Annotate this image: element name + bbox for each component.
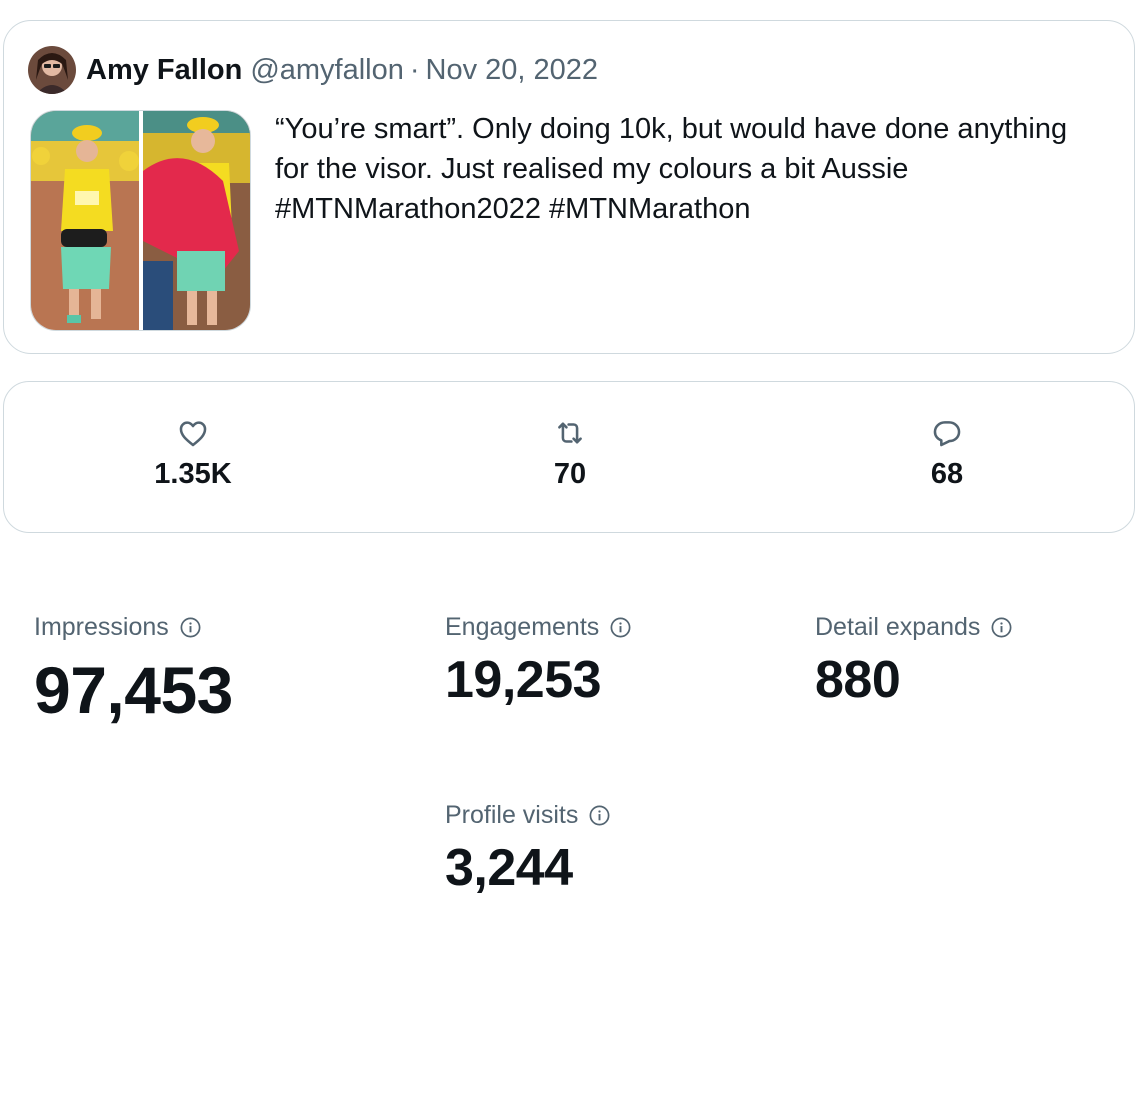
replies-stat[interactable]: 68 (847, 416, 1047, 491)
tweet-header: Amy Fallon @amyfallon · Nov 20, 2022 (28, 45, 598, 95)
detail-expands-label: Detail expands (815, 613, 981, 641)
avatar[interactable] (28, 46, 76, 94)
impressions-value: 97,453 (34, 653, 233, 727)
likes-stat[interactable]: 1.35K (93, 416, 293, 491)
media-photo-1[interactable] (31, 111, 139, 330)
author-handle[interactable]: @amyfallon (250, 54, 404, 87)
profile-visits-label: Profile visits (445, 801, 579, 829)
detail-expands-metric: Detail expands 880 (815, 613, 1013, 710)
profile-visits-metric: Profile visits 3,244 (445, 801, 611, 898)
heart-icon[interactable] (176, 416, 210, 450)
info-icon[interactable] (179, 616, 202, 639)
detail-expands-value: 880 (815, 651, 901, 709)
impressions-label: Impressions (34, 613, 169, 641)
info-icon[interactable] (588, 804, 611, 827)
retweets-count: 70 (553, 458, 587, 490)
impressions-metric: Impressions 97,453 (34, 613, 233, 728)
likes-count: 1.35K (154, 458, 232, 490)
retweets-stat[interactable]: 70 (470, 416, 670, 491)
info-icon[interactable] (990, 616, 1013, 639)
engagements-value: 19,253 (445, 651, 602, 709)
engagements-metric: Engagements 19,253 (445, 613, 632, 710)
author-name[interactable]: Amy Fallon (86, 54, 242, 87)
tweet-media[interactable] (30, 110, 251, 331)
tweet-text: “You’re smart”. Only doing 10k, but woul… (275, 113, 1068, 225)
replies-count: 68 (930, 458, 964, 490)
tweet-card[interactable]: Amy Fallon @amyfallon · Nov 20, 2022 “Yo… (3, 20, 1135, 354)
tweet-date[interactable]: Nov 20, 2022 (426, 54, 599, 87)
separator-dot: · (409, 53, 420, 86)
retweet-icon[interactable] (553, 416, 587, 450)
reply-icon[interactable] (930, 416, 964, 450)
engagement-card: 1.35K 70 68 (3, 381, 1135, 533)
profile-visits-value: 3,244 (445, 839, 573, 897)
media-photo-2[interactable] (142, 111, 250, 330)
info-icon[interactable] (609, 616, 632, 639)
engagements-label: Engagements (445, 613, 600, 641)
